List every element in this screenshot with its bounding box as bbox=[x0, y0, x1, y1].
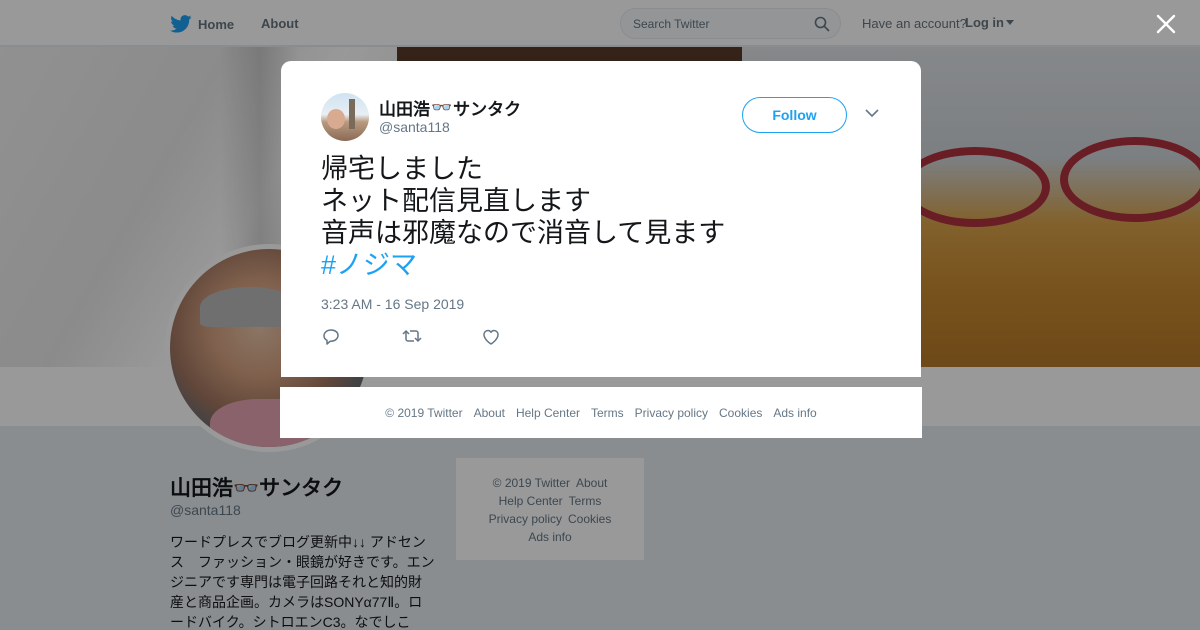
tweet-author-handle[interactable]: @santa118 bbox=[379, 119, 450, 135]
tweet-actions bbox=[321, 327, 561, 347]
permalink-tweet: 山田浩 👓 サンタク @santa118 Follow 帰宅しました ネット配信… bbox=[281, 61, 921, 377]
footer-cookies-link[interactable]: Cookies bbox=[719, 406, 762, 420]
tweet-text: 帰宅しました ネット配信見直します 音声は邪魔なので消音して見ます #ノジマ bbox=[321, 153, 725, 281]
tweet-author-name[interactable]: 山田浩 👓 サンタク bbox=[379, 95, 521, 120]
glasses-icon: 👓 bbox=[431, 97, 453, 117]
tweet-line: 帰宅しました bbox=[321, 154, 483, 184]
footer-terms-link[interactable]: Terms bbox=[591, 406, 624, 420]
reply-icon bbox=[323, 329, 339, 345]
footer-about-link[interactable]: About bbox=[474, 406, 505, 420]
tweet-author-avatar[interactable] bbox=[321, 93, 369, 141]
retweet-icon bbox=[402, 329, 422, 343]
footer-privacy-link[interactable]: Privacy policy bbox=[635, 406, 708, 420]
footer-ads-link[interactable]: Ads info bbox=[773, 406, 816, 420]
reply-button[interactable] bbox=[321, 327, 401, 347]
like-button[interactable] bbox=[481, 327, 561, 347]
tweet-timestamp[interactable]: 3:23 AM - 16 Sep 2019 bbox=[321, 296, 464, 312]
like-icon bbox=[483, 329, 499, 345]
modal-footer: © 2019 Twitter About Help Center Terms P… bbox=[280, 387, 922, 438]
tweet-author-name-text: 山田浩 bbox=[379, 100, 430, 119]
chevron-down-icon[interactable] bbox=[865, 109, 879, 118]
retweet-button[interactable] bbox=[401, 327, 481, 347]
close-icon[interactable] bbox=[1155, 13, 1177, 35]
footer-help-link[interactable]: Help Center bbox=[516, 406, 580, 420]
follow-button[interactable]: Follow bbox=[742, 97, 847, 133]
tweet-line: 音声は邪魔なので消音して見ます bbox=[321, 218, 726, 248]
tweet-author-name-suffix: サンタク bbox=[453, 100, 522, 119]
footer-copyright: © 2019 Twitter bbox=[385, 405, 463, 420]
tweet-hashtag-link[interactable]: #ノジマ bbox=[321, 249, 725, 281]
tweet-line: ネット配信見直します bbox=[321, 186, 591, 216]
